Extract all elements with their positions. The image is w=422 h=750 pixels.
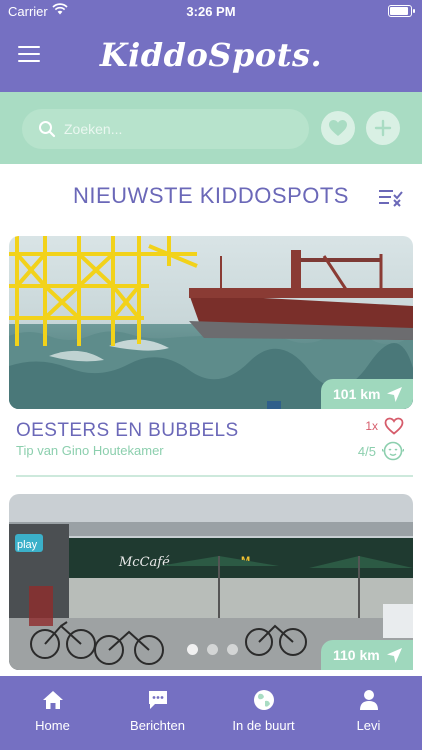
- section-title: NIEUWSTE KIDDOSPOTS: [73, 183, 349, 208]
- status-time: 3:26 PM: [186, 4, 236, 19]
- baby-face-icon: [382, 441, 404, 461]
- tab-in-de-buurt[interactable]: In de buurt: [211, 688, 316, 733]
- search-bar-area: [0, 92, 422, 164]
- rating-indicator: 4/5: [358, 441, 404, 461]
- svg-text:McCafé: McCafé: [118, 555, 170, 570]
- distance-label: 110 km: [333, 647, 380, 663]
- distance-label: 101 km: [333, 386, 381, 402]
- tab-label: Berichten: [130, 718, 185, 733]
- likes-count: 1x: [365, 419, 378, 433]
- tab-berichten[interactable]: Berichten: [105, 688, 210, 733]
- distance-badge: 101 km: [321, 379, 413, 409]
- tab-bar: Home Berichten In de buurt Levi: [0, 676, 422, 750]
- card-title: OESTERS EN BUBBELS: [16, 420, 239, 441]
- spot-card[interactable]: play McCafé M 110 km: [9, 494, 413, 670]
- carousel-dot[interactable]: [207, 644, 218, 655]
- svg-text:play: play: [17, 539, 38, 551]
- add-spot-button[interactable]: [366, 111, 400, 145]
- home-icon: [42, 691, 63, 709]
- battery-icon: [388, 5, 415, 17]
- tab-label: Home: [35, 718, 70, 733]
- favorites-button[interactable]: [321, 111, 355, 145]
- plus-icon: [374, 119, 392, 137]
- navigation-arrow-icon: [387, 387, 402, 402]
- globe-icon: [253, 690, 274, 710]
- spot-card[interactable]: 101 km OESTERS EN BUBBELS Tip van Gino H…: [9, 236, 413, 478]
- kiddospots-logo: KiddoSpots.: [99, 36, 323, 74]
- rating-value: 4/5: [357, 443, 376, 459]
- chat-icon: [148, 691, 167, 709]
- tab-label: Levi: [356, 718, 381, 733]
- tab-label: In de buurt: [232, 718, 295, 733]
- likes-indicator[interactable]: 1x: [365, 417, 404, 435]
- tab-home[interactable]: Home: [0, 688, 105, 733]
- app-header: Carrier 3:26 PM KiddoSpots.: [0, 0, 422, 92]
- carousel-dot[interactable]: [227, 644, 238, 655]
- carousel-dots[interactable]: [187, 644, 238, 655]
- card-divider: [16, 475, 413, 477]
- card-subtitle: Tip van Gino Houtekamer: [16, 443, 164, 458]
- navigation-arrow-icon: [387, 648, 402, 663]
- tab-levi[interactable]: Levi: [316, 688, 421, 733]
- user-icon: [359, 690, 378, 710]
- distance-badge: 110 km: [321, 640, 413, 670]
- carousel-dot[interactable]: [187, 644, 198, 655]
- search-input[interactable]: [64, 109, 294, 149]
- status-bar: Carrier 3:26 PM: [0, 0, 422, 22]
- search-box[interactable]: [22, 109, 309, 149]
- filter-list-icon[interactable]: [377, 186, 403, 208]
- heart-outline-icon: [384, 417, 404, 435]
- search-icon: [39, 121, 56, 138]
- heart-icon: [329, 120, 347, 136]
